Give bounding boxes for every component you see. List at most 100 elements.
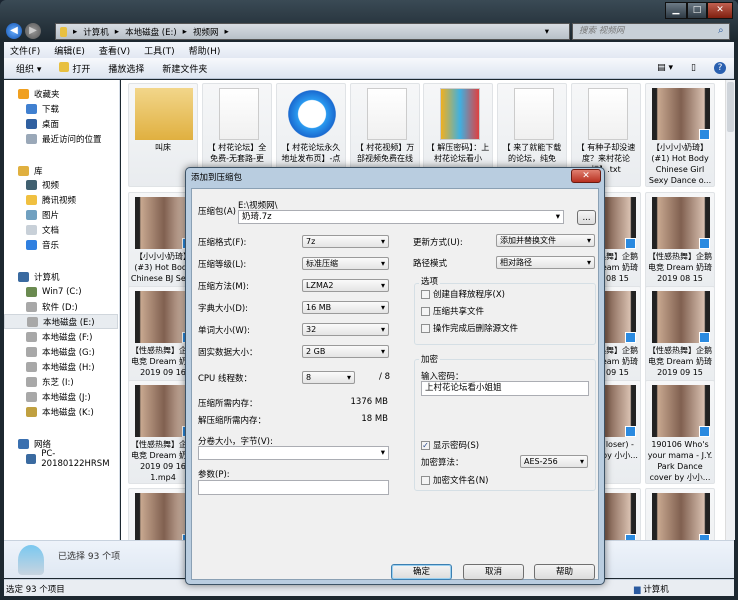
cpu-threads-select[interactable]: 8	[302, 371, 355, 384]
close-button[interactable]: ✕	[707, 2, 733, 19]
checkbox-checked[interactable]: ✓	[421, 440, 430, 450]
nav-item[interactable]: 本地磁盘 (G:)	[4, 344, 118, 359]
menu-file[interactable]: 文件(F)	[10, 44, 40, 57]
dialog-title: 添加到压缩包	[191, 173, 243, 183]
nav-item[interactable]: PC-20180122HRSM	[4, 449, 118, 469]
option-select[interactable]: 2 GB	[302, 345, 389, 358]
computer-icon	[18, 271, 29, 282]
multiple-files-icon	[18, 545, 44, 575]
nav-item[interactable]: 音乐	[4, 237, 118, 252]
address-dropdown-icon[interactable]: ▾	[545, 27, 549, 37]
path-mode-select[interactable]: 相对路径	[496, 256, 595, 269]
option-select[interactable]: 标准压缩	[302, 257, 389, 270]
file-tile[interactable]: 【小小小奶琦】(#1) Hot Body Chinese Girl Sexy D…	[645, 83, 715, 187]
menu-edit[interactable]: 编辑(E)	[54, 44, 85, 57]
nav-item[interactable]: 最近访问的位置	[4, 131, 118, 146]
breadcrumb-drive[interactable]: 本地磁盘 (E:)	[125, 26, 177, 38]
file-tile[interactable]: 【性感热舞】企鹅电竞 Dream 奶琦 2019 08 15 1.mp4	[645, 192, 715, 296]
ok-button[interactable]: 确定	[391, 564, 452, 580]
breadcrumb-sep: ▸	[73, 26, 78, 37]
nav-item[interactable]: 图片	[4, 207, 118, 222]
forward-button[interactable]: ▶	[25, 23, 41, 39]
option-checkbox[interactable]: 操作完成后删除源文件	[421, 322, 518, 334]
address-bar[interactable]: ▸ 计算机 ▸ 本地磁盘 (E:) ▸ 视频网 ▸ ▾	[55, 23, 570, 40]
option-select[interactable]: LZMA2	[302, 279, 389, 292]
organize-button[interactable]: 组织 ▾	[16, 62, 41, 75]
option-checkbox[interactable]: 创建自释放程序(X)	[421, 288, 505, 300]
nav-item[interactable]: 视频	[4, 177, 118, 192]
option-checkbox[interactable]: 压缩共享文件	[421, 305, 484, 317]
nav-item-label: 本地磁盘 (H:)	[42, 362, 95, 373]
checkbox-unchecked[interactable]	[421, 475, 430, 485]
nav-item[interactable]: 软件 (D:)	[4, 299, 118, 314]
help-icon[interactable]: ?	[714, 62, 726, 74]
file-name: 【小小小奶琦】(#1) Hot Body Chinese Girl Sexy D…	[648, 143, 712, 185]
nav-item[interactable]: 腾讯视频	[4, 192, 118, 207]
scroll-thumb[interactable]	[727, 82, 734, 132]
browser-thumbnail-icon	[283, 88, 341, 140]
show-password-checkbox[interactable]: ✓ 显示密码(S)	[421, 439, 479, 451]
menu-tools[interactable]: 工具(T)	[144, 44, 175, 57]
encryption-method-select[interactable]: AES-256	[520, 455, 588, 468]
checkbox-unchecked[interactable]	[421, 306, 430, 316]
breadcrumb-folder[interactable]: 视频网	[193, 26, 219, 38]
nav-item[interactable]: 库	[4, 163, 118, 178]
music-icon	[26, 239, 37, 250]
maximize-button[interactable]: □	[687, 2, 707, 19]
file-tile[interactable]: 190221 Ain't A	[645, 488, 715, 540]
menu-view[interactable]: 查看(V)	[99, 44, 130, 57]
recent-places-icon	[26, 133, 37, 144]
nav-item[interactable]: Win7 (C:)	[4, 284, 118, 299]
help-button[interactable]: 帮助	[534, 564, 595, 580]
nav-item[interactable]: 本地磁盘 (F:)	[4, 329, 118, 344]
option-select[interactable]: 32	[302, 323, 389, 336]
search-input[interactable]: 搜索 视频网	[572, 23, 730, 40]
nav-item[interactable]: 桌面	[4, 116, 118, 131]
nav-item[interactable]: 下载	[4, 101, 118, 116]
nav-item[interactable]: 计算机	[4, 269, 118, 284]
nav-item-label: 图片	[42, 210, 60, 221]
nav-item-label: 本地磁盘 (G:)	[42, 347, 95, 358]
option-checkbox-label: 创建自释放程序(X)	[433, 290, 505, 300]
browse-button[interactable]: ...	[577, 210, 596, 225]
file-tile[interactable]: 190106 Who's your mama - J.Y. Park Dance…	[645, 380, 715, 484]
nav-item[interactable]: 东芝 (I:)	[4, 374, 118, 389]
nav-item[interactable]: 本地磁盘 (J:)	[4, 389, 118, 404]
password-input[interactable]: 上村花论坛看小姐姐	[421, 381, 589, 396]
option-select[interactable]: 16 MB	[302, 301, 389, 314]
archive-name-combo[interactable]: 奶琦.7z ▾	[238, 210, 564, 224]
nav-item[interactable]: 本地磁盘 (K:)	[4, 404, 118, 419]
breadcrumb-sep: ▸	[114, 26, 120, 37]
encrypt-filenames-checkbox[interactable]: 加密文件名(N)	[421, 474, 489, 486]
cancel-button[interactable]: 取消	[463, 564, 524, 580]
back-button[interactable]: ◀	[6, 23, 22, 39]
preview-pane-icon[interactable]: ▯	[691, 63, 696, 73]
nav-item[interactable]: 收藏夹	[4, 86, 118, 101]
parameters-label: 参数(P):	[198, 470, 230, 480]
split-volume-combo[interactable]: ▾	[198, 446, 389, 460]
app-thumbnail-icon	[440, 88, 480, 140]
update-mode-select[interactable]: 添加并替换文件	[496, 234, 595, 247]
play-selection-button[interactable]: 播放选择	[108, 62, 144, 75]
file-tile[interactable]: 【性感热舞】企鹅电竞 Dream 奶琦 2019 09 15 2.mp4	[645, 286, 715, 390]
parameters-input[interactable]	[198, 480, 389, 495]
open-button[interactable]: 打开	[59, 61, 90, 75]
option-select[interactable]: 7z	[302, 235, 389, 248]
vertical-scrollbar[interactable]	[725, 80, 735, 540]
cpu-threads-label: CPU 线程数：	[198, 374, 252, 384]
option-label: 压缩格式(F):	[198, 238, 247, 248]
minimize-button[interactable]: ▁	[665, 2, 687, 19]
checkbox-unchecked[interactable]	[421, 323, 430, 333]
nav-item[interactable]: 文档	[4, 222, 118, 237]
nav-item[interactable]: 本地磁盘 (E:)	[4, 314, 118, 329]
menu-help[interactable]: 帮助(H)	[189, 44, 221, 57]
video-thumbnail-icon	[652, 197, 710, 249]
nav-item[interactable]: 本地磁盘 (H:)	[4, 359, 118, 374]
search-icon[interactable]: ⌕	[718, 25, 724, 36]
checkbox-unchecked[interactable]	[421, 289, 430, 299]
new-folder-button[interactable]: 新建文件夹	[162, 62, 207, 75]
breadcrumb-computer[interactable]: 计算机	[83, 26, 109, 38]
encrypt-filenames-label: 加密文件名(N)	[433, 476, 489, 486]
dialog-close-button[interactable]: ✕	[571, 169, 601, 183]
view-options-icon[interactable]: ▤ ▾	[657, 63, 673, 73]
